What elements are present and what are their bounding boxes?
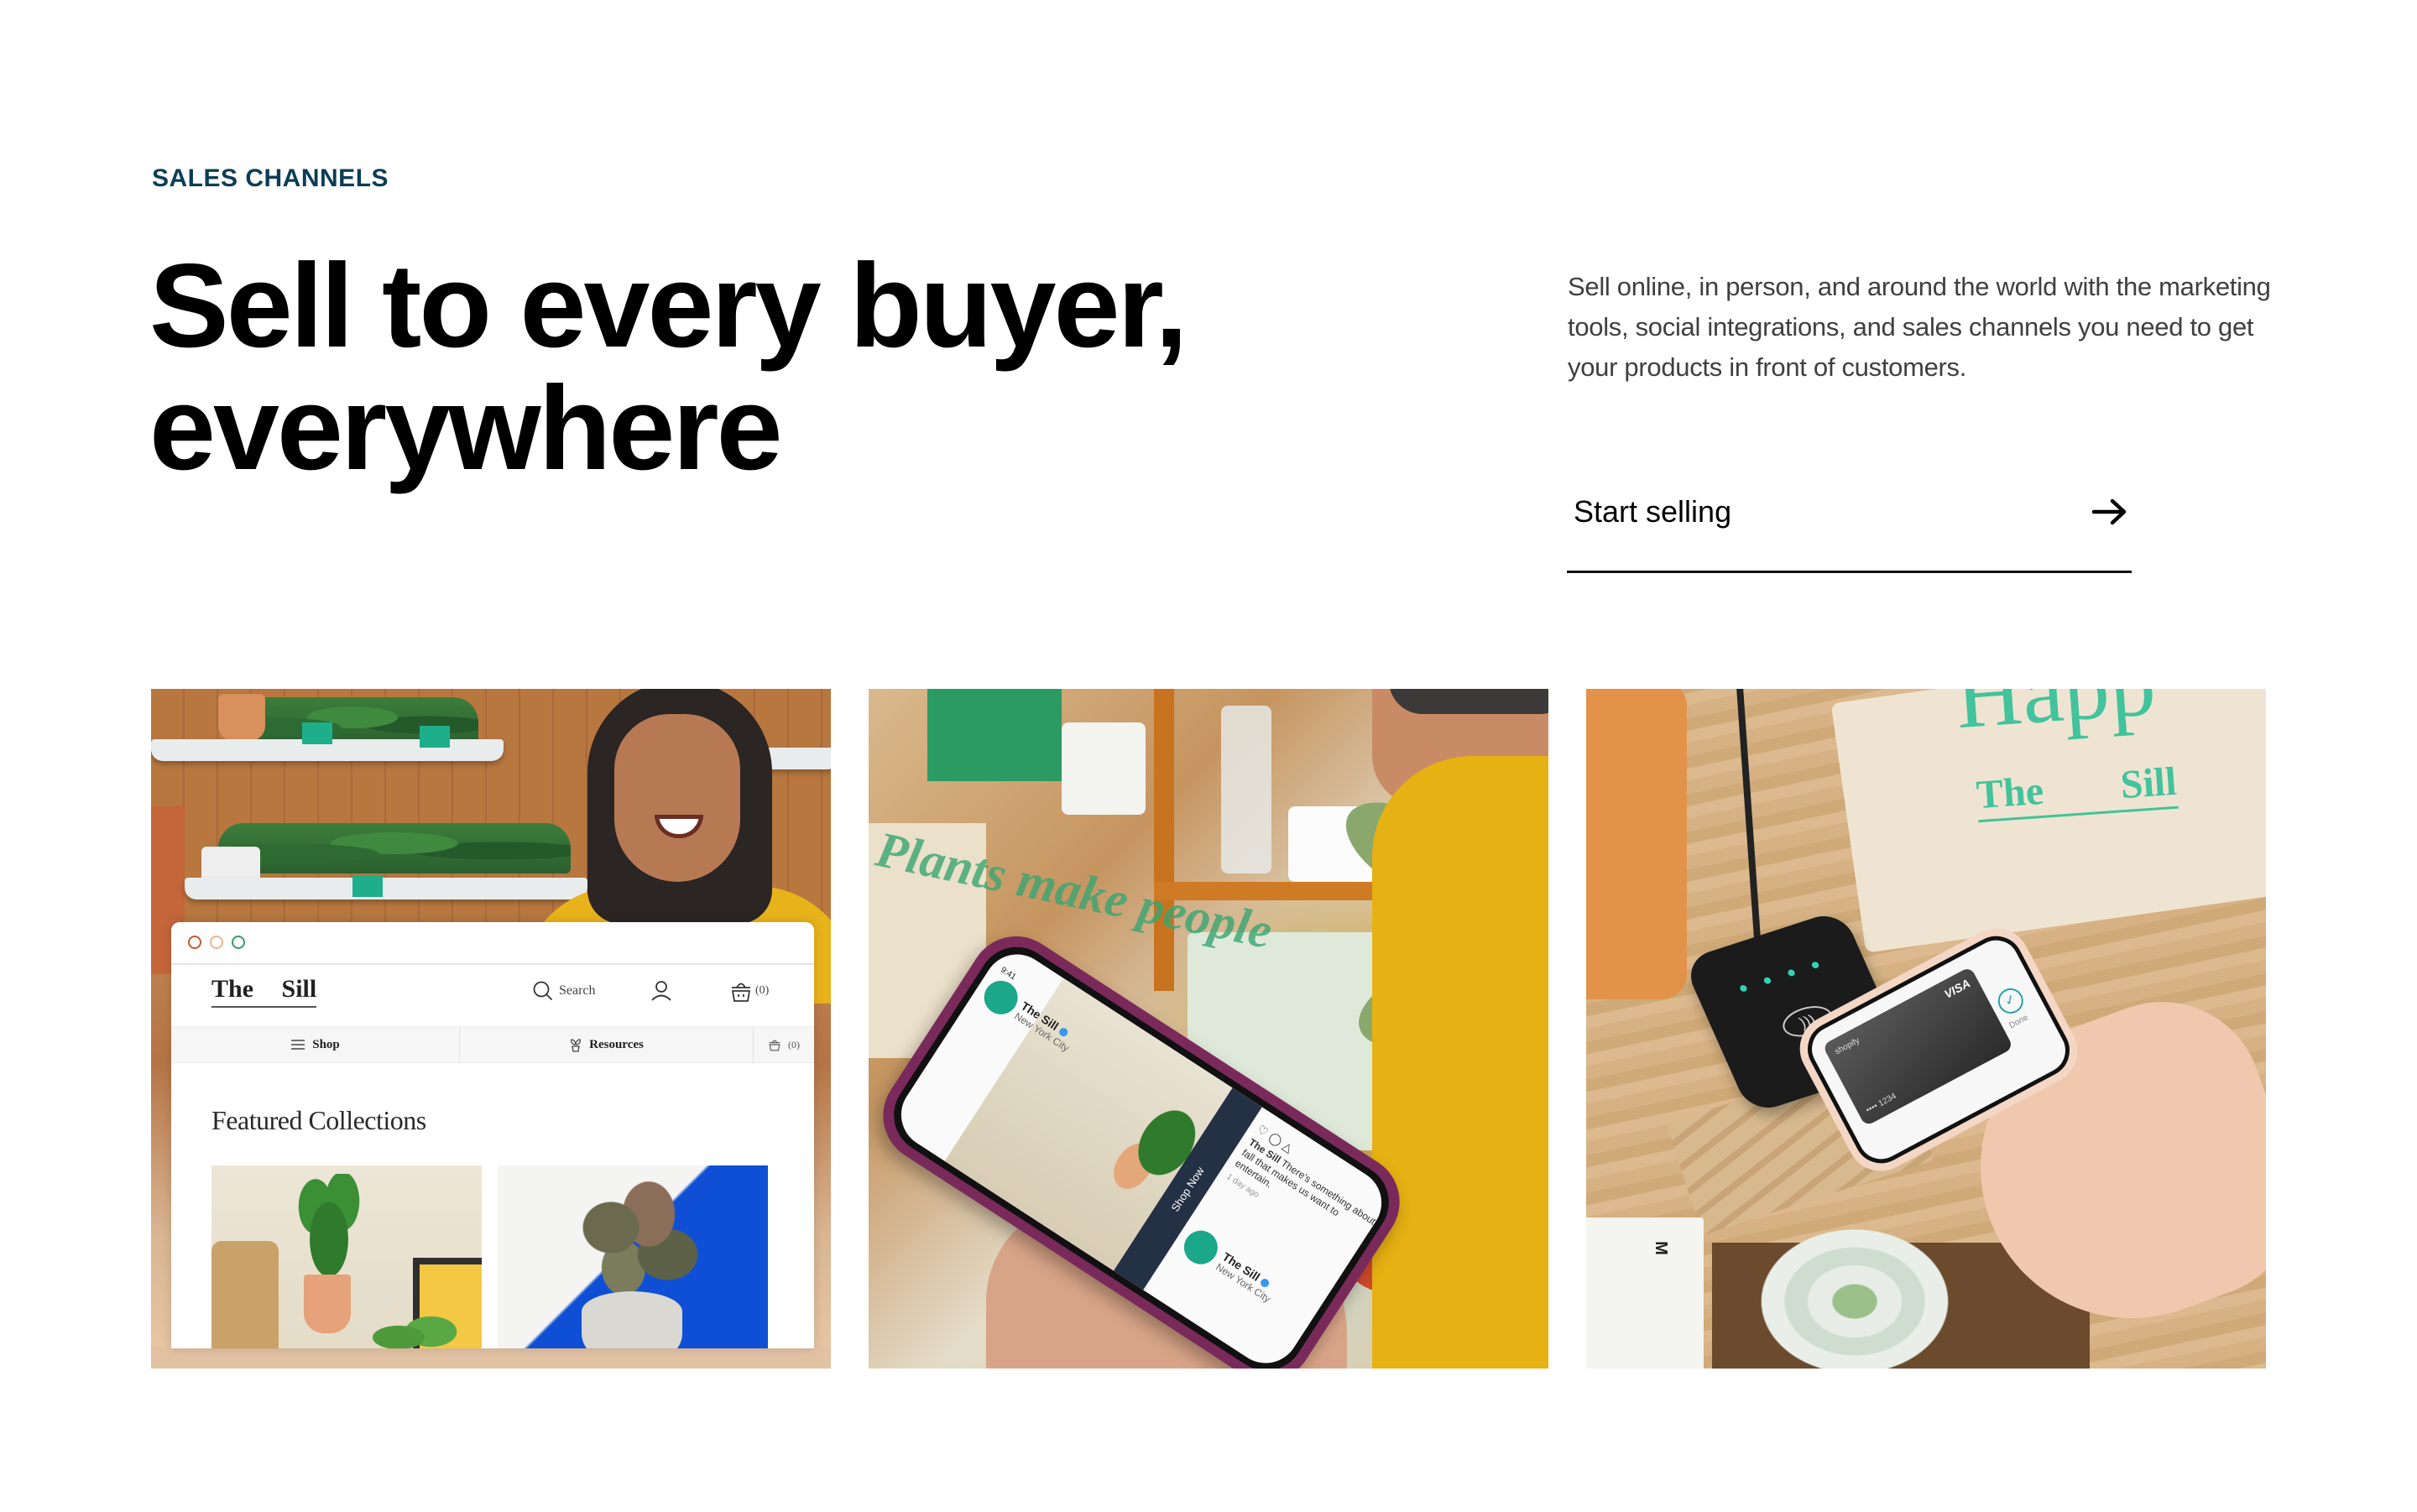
search-icon — [533, 981, 552, 1000]
price-tag — [352, 875, 383, 897]
next-post-account[interactable]: The Sill New York City — [1177, 1223, 1282, 1308]
plant-icon — [571, 1039, 582, 1052]
headline-line-2: everywhere — [149, 362, 783, 495]
pillow — [211, 1241, 279, 1348]
card-last4: •••• 1234 — [1864, 1092, 1898, 1116]
status-light — [1738, 984, 1748, 993]
plant-row — [218, 823, 571, 873]
rubber-plant — [573, 1174, 699, 1308]
glass-bottle — [1221, 706, 1271, 873]
nav-resources[interactable]: Resources — [460, 1027, 754, 1062]
close-dot[interactable] — [188, 936, 201, 949]
status-light — [1762, 976, 1772, 985]
logo-left: The — [1975, 768, 2045, 818]
price-tag — [302, 722, 332, 744]
store-nav: Shop Resources (0) — [171, 1026, 814, 1063]
product-box — [1586, 1217, 1704, 1369]
basket-icon — [769, 1040, 780, 1051]
start-selling-label: Start selling — [1574, 493, 1732, 529]
window-controls — [188, 936, 245, 949]
start-selling-link[interactable]: Start selling — [1567, 482, 2132, 573]
product-box — [927, 689, 1062, 781]
nav-shop[interactable]: Shop — [171, 1027, 460, 1062]
search-label: Search — [559, 983, 596, 998]
plant-pot — [582, 1291, 682, 1348]
cart-button[interactable]: (0) — [730, 979, 769, 1003]
minimize-dot[interactable] — [210, 936, 223, 949]
nav-resources-label: Resources — [589, 1037, 644, 1051]
table-surface — [151, 1347, 831, 1369]
wall-shelf — [185, 878, 587, 899]
section-eyebrow: SALES CHANNELS — [152, 164, 389, 192]
nav-shop-label: Shop — [312, 1037, 340, 1051]
nav-cart-count: (0) — [788, 1038, 800, 1051]
person-shirt — [1372, 756, 1548, 1369]
person-face — [614, 714, 740, 882]
browser-window: The Sill Search (0) Shop Resources (0) F… — [171, 922, 814, 1348]
box-letter: M — [1651, 1241, 1670, 1255]
plant-pot — [304, 1275, 351, 1333]
store-logo-left: The — [211, 975, 254, 1003]
wallet-brand: shopify — [1833, 1035, 1861, 1057]
headline-line-1: Sell to every buyer, — [149, 239, 1188, 373]
collection-tile-2[interactable] — [498, 1165, 768, 1348]
store-logo[interactable]: The Sill — [211, 972, 317, 1008]
section-headline: Sell to every buyer, everywhere — [149, 245, 1324, 490]
nav-cart[interactable]: (0) — [754, 1027, 814, 1062]
pothos-plant — [371, 1308, 463, 1348]
card-network: VISA — [1941, 976, 1973, 1001]
card-online-store: The Sill Search (0) Shop Resources (0) F… — [151, 689, 831, 1369]
collection-tile-1[interactable] — [211, 1165, 482, 1348]
status-light — [1810, 961, 1820, 970]
account-button[interactable] — [650, 979, 673, 1007]
user-icon — [651, 981, 671, 1001]
plant-pot — [218, 694, 265, 741]
status-light — [1787, 968, 1796, 978]
person-hair — [1389, 689, 1548, 714]
menu-icon — [291, 1040, 305, 1050]
checkmark-icon: ✓ — [1993, 983, 2028, 1019]
price-tag — [420, 726, 450, 748]
shelf-post — [1154, 689, 1174, 991]
featured-collections-heading: Featured Collections — [211, 1105, 426, 1135]
section-description: Sell online, in person, and around the w… — [1568, 272, 2271, 382]
basket-icon — [732, 983, 750, 1002]
product-box — [1062, 722, 1146, 815]
orange-planter — [1586, 689, 1687, 999]
arrow-right-icon — [2091, 498, 2127, 524]
card-point-of-sale: Happ The Sill ))) M shopify VISA •••• 12… — [1586, 689, 2266, 1369]
cart-count: (0) — [755, 984, 770, 997]
card-social-commerce: Plants make people 9:41 The Sill New Yor… — [869, 689, 1548, 1369]
logo-right: Sill — [2118, 759, 2179, 808]
maximize-dot[interactable] — [232, 936, 245, 949]
store-logo-right: Sill — [281, 975, 317, 1003]
browser-divider — [171, 963, 814, 965]
store-search-button[interactable]: Search — [532, 980, 596, 1002]
payment-status: Done — [2007, 1013, 2030, 1031]
zz-plant — [295, 1174, 363, 1283]
